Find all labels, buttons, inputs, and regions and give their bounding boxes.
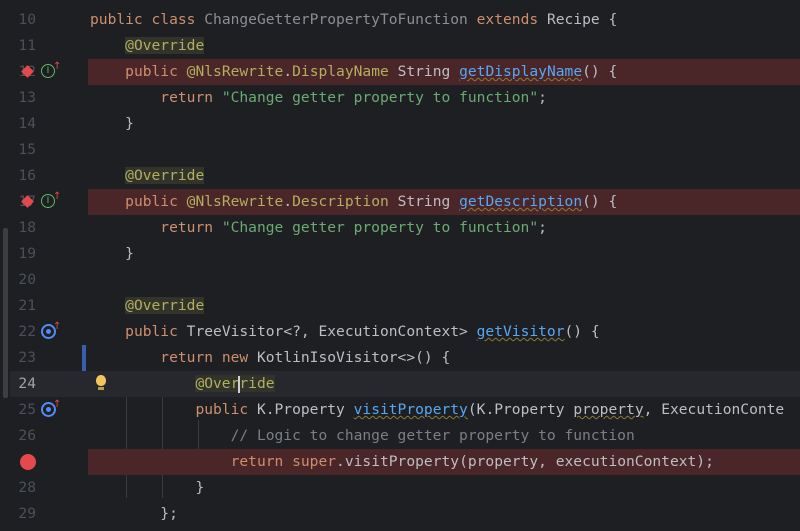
code-line-20[interactable]: 20 — [0, 267, 800, 293]
code-text: @Override — [125, 37, 205, 54]
line-number: 10 — [18, 11, 36, 28]
code-text: // Logic to change getter property to fu… — [230, 427, 635, 444]
line-number: 29 — [18, 505, 36, 522]
line-number: 23 — [18, 349, 36, 366]
line-number: 25 — [18, 401, 36, 418]
code-line-22[interactable]: 22 ↑ public TreeVisitor<?, ExecutionCont… — [0, 319, 800, 345]
code-editor[interactable]: 10 public class ChangeGetterPropertyToFu… — [0, 0, 800, 531]
code-line-23[interactable]: 23 return new KotlinIsoVisitor<>() { — [0, 345, 800, 371]
code-line-10[interactable]: 10 public class ChangeGetterPropertyToFu… — [0, 7, 800, 33]
code-line-19[interactable]: 19 } — [0, 241, 800, 267]
breakpoint-icon[interactable] — [20, 454, 36, 470]
line-number: 21 — [18, 297, 36, 314]
code-line-29[interactable]: 29 }; — [0, 501, 800, 527]
code-text: @Override — [125, 167, 205, 184]
arrow-up-icon: ↑ — [53, 61, 62, 72]
code-text: @Override — [125, 297, 205, 314]
code-line-27[interactable]: return super.visitProperty(property, exe… — [0, 449, 800, 475]
line-number: 15 — [18, 141, 36, 158]
code-line-13[interactable]: 13 return "Change getter property to fun… — [0, 85, 800, 111]
vcs-change-marker[interactable] — [82, 345, 86, 371]
code-text: } — [125, 115, 134, 132]
line-number: 18 — [18, 219, 36, 236]
code-text: } — [195, 479, 205, 496]
code-text: public TreeVisitor<?, ExecutionContext> … — [125, 323, 600, 340]
line-number: 14 — [18, 115, 36, 132]
code-line-25[interactable]: 25 ↑ public K.Property visitProperty(K.P… — [0, 397, 800, 423]
code-line-26[interactable]: 26 // Logic to change getter property to… — [0, 423, 800, 449]
code-line-14[interactable]: 14 } — [0, 111, 800, 137]
code-text: return super.visitProperty(property, exe… — [230, 453, 714, 470]
code-text: @Override — [195, 375, 275, 393]
code-line-21[interactable]: 21 @Override — [0, 293, 800, 319]
code-line-12[interactable]: 12 I ↑ public @NlsRewrite.DisplayName St… — [0, 59, 800, 85]
code-line-28[interactable]: 28 } — [0, 475, 800, 501]
code-line-11[interactable]: 11 @Override — [0, 33, 800, 59]
code-text: return "Change getter property to functi… — [160, 89, 547, 106]
code-line-15[interactable]: 15 — [0, 137, 800, 163]
code-text: } — [125, 245, 134, 262]
code-text: public K.Property visitProperty(K.Proper… — [195, 401, 785, 418]
arrow-up-icon: ↑ — [53, 321, 62, 332]
code-line-17[interactable]: 17 I ↑ public @NlsRewrite.Description St… — [0, 189, 800, 215]
code-text: public class ChangeGetterPropertyToFunct… — [90, 11, 618, 28]
arrow-up-icon: ↑ — [53, 191, 62, 202]
arrow-up-icon: ↑ — [53, 399, 62, 410]
line-number: 26 — [18, 427, 36, 444]
code-text: public @NlsRewrite.DisplayName String ge… — [125, 63, 618, 80]
line-number: 11 — [18, 37, 36, 54]
line-number: 20 — [18, 271, 36, 288]
code-line-16[interactable]: 16 @Override — [0, 163, 800, 189]
line-number: 28 — [18, 479, 36, 496]
code-line-18[interactable]: 18 return "Change getter property to fun… — [0, 215, 800, 241]
code-text: return "Change getter property to functi… — [160, 219, 547, 236]
line-number: 13 — [18, 89, 36, 106]
code-text: }; — [160, 505, 178, 522]
line-number: 24 — [18, 375, 36, 392]
line-number: 19 — [18, 245, 36, 262]
line-number: 16 — [18, 167, 36, 184]
code-text: public @NlsRewrite.Description String ge… — [125, 193, 618, 210]
code-line-24[interactable]: 24 @Override — [0, 371, 800, 397]
line-number: 22 — [18, 323, 36, 340]
code-text: return new KotlinIsoVisitor<>() { — [160, 349, 451, 366]
